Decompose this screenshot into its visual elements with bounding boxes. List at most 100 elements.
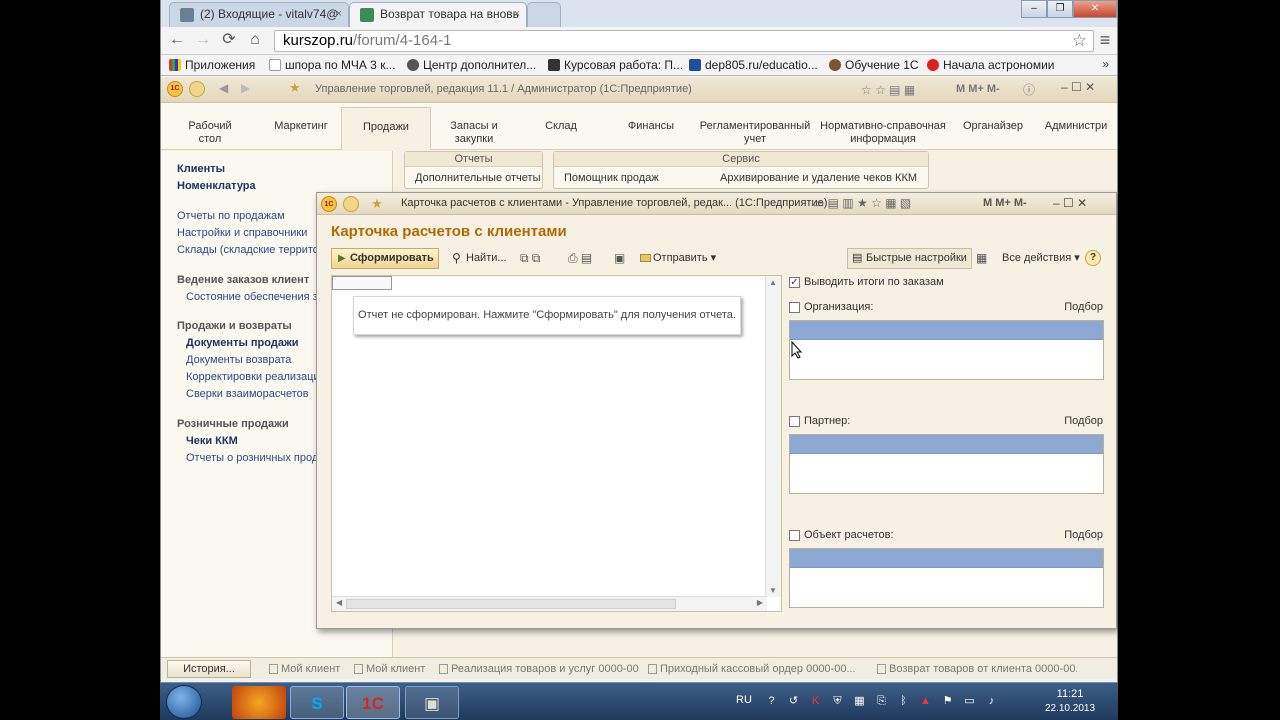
nav-return-documents[interactable]: Документы возврата	[186, 354, 291, 366]
bluetooth-icon[interactable]: ᛒ	[896, 694, 911, 709]
bookmark-item[interactable]: Курсовая работа: П...	[548, 58, 683, 72]
clock-time[interactable]: 11:21	[1040, 688, 1100, 700]
tray-monitor-icon[interactable]: ▭	[962, 694, 977, 709]
history-back-icon[interactable]: ◀	[219, 81, 228, 95]
bookmark-item[interactable]: Центр дополнител...	[407, 58, 536, 72]
scroll-thumb[interactable]	[346, 599, 676, 609]
nav-settings[interactable]: Настройки и справочники	[177, 227, 307, 239]
nav-sales-reports[interactable]: Отчеты по продажам	[177, 210, 285, 222]
report-window-controls[interactable]: – ☐ ✕	[1053, 196, 1087, 210]
memory-buttons[interactable]: M M+ M-	[983, 197, 1027, 209]
bookmarks-overflow[interactable]: »	[1102, 57, 1109, 71]
scroll-left-icon[interactable]: ◀	[336, 598, 342, 607]
open-window-item[interactable]: Возврат товаров от клиента 0000-00...	[877, 660, 1077, 678]
toolbar-icons[interactable]: ☆ ☆ ▤ ▦	[861, 83, 915, 97]
back-icon[interactable]: ←	[167, 30, 187, 50]
tray-help-icon[interactable]: ?	[764, 694, 779, 709]
partner-list[interactable]	[789, 434, 1104, 494]
tray-arrow-icon[interactable]: ↺	[786, 694, 801, 709]
window-tool-icons[interactable]: ▭ ▤ ▥ ★ ☆ ▦ ▧	[813, 196, 911, 210]
copy-icons[interactable]: ⧉ ⧉	[515, 248, 545, 269]
print-icons[interactable]: ⎙ ▤	[563, 248, 597, 269]
save-icon[interactable]: ▣	[609, 248, 630, 269]
address-bar[interactable]: kurszop.ru/forum/4-164-1 ☆	[274, 30, 1094, 52]
section-regulated[interactable]: Регламентированный учет	[699, 120, 811, 146]
find-button[interactable]: ⚲ Найти...	[449, 248, 512, 269]
link-sales-assistant[interactable]: Помощник продаж	[564, 172, 659, 184]
bookmark-apps[interactable]: Приложения	[169, 58, 255, 72]
send-button[interactable]: Отправить ▾	[636, 248, 721, 269]
settlement-object-list[interactable]	[789, 548, 1104, 608]
firefox-icon[interactable]	[232, 686, 286, 719]
bookmark-item[interactable]: Начала астрономии	[927, 58, 1055, 72]
volume-icon[interactable]: ♪	[984, 694, 999, 709]
tray-flag-icon[interactable]: ⚑	[940, 694, 955, 709]
partner-pick-link[interactable]: Подбор	[1064, 415, 1103, 427]
organization-pick-link[interactable]: Подбор	[1064, 301, 1103, 313]
help-button[interactable]: ?	[1085, 250, 1101, 266]
language-indicator[interactable]: RU	[736, 694, 752, 706]
section-finance[interactable]: Финансы	[616, 120, 686, 133]
section-sales[interactable]: Продажи	[341, 107, 431, 150]
clock-date[interactable]: 22.10.2013	[1034, 703, 1106, 714]
nav-clients[interactable]: Клиенты	[177, 163, 225, 175]
nav-adjustments[interactable]: Корректировки реализации	[186, 371, 326, 383]
network-monitor-icon[interactable]: ▣	[405, 686, 459, 719]
app-window-controls[interactable]: – ☐ ✕	[1061, 80, 1095, 94]
settlement-object-pick-link[interactable]: Подбор	[1064, 529, 1103, 541]
maximize-button[interactable]: ❐	[1047, 0, 1073, 18]
section-organizer[interactable]: Органайзер	[957, 120, 1029, 133]
forward-icon[interactable]: →	[193, 30, 213, 50]
organization-list[interactable]	[789, 320, 1104, 380]
partner-checkbox[interactable]	[789, 416, 800, 427]
bookmark-item[interactable]: Обучение 1С	[829, 58, 919, 72]
tab-close-icon[interactable]: ×	[336, 3, 342, 26]
bookmark-item[interactable]: dep805.ru/educatio...	[689, 58, 818, 72]
organization-checkbox[interactable]	[789, 302, 800, 313]
tray-network-icon[interactable]: ⎘	[874, 694, 889, 709]
section-reference[interactable]: Нормативно-справочная информация	[819, 120, 947, 146]
link-archive-receipts[interactable]: Архивирование и удаление чеков ККМ	[720, 172, 917, 184]
tray-grid-icon[interactable]: ▦	[852, 694, 867, 709]
nav-reconciliations[interactable]: Сверки взаиморасчетов	[186, 388, 309, 400]
home-icon[interactable]: ⌂	[245, 30, 265, 50]
nav-order-status[interactable]: Состояние обеспечения за	[186, 291, 324, 303]
section-stock[interactable]: Запасы и закупки	[439, 120, 509, 146]
open-window-item[interactable]: Приходный кассовый ордер 0000-00...	[648, 660, 858, 678]
memory-buttons[interactable]: M M+ M-	[956, 83, 1000, 95]
1c-taskbar-icon[interactable]: 1С	[346, 686, 400, 719]
skype-icon[interactable]: S	[290, 686, 344, 719]
minimize-button[interactable]: –	[1021, 0, 1047, 18]
favorites-star-icon[interactable]: ★	[289, 80, 301, 96]
info-icon[interactable]: ⓘ	[1023, 81, 1035, 98]
tab-forum[interactable]: Возврат товара на вновь ×	[349, 2, 527, 27]
section-warehouse[interactable]: Склад	[531, 120, 591, 133]
new-tab-button[interactable]	[527, 2, 561, 27]
reload-icon[interactable]: ⟳	[219, 30, 239, 50]
ati-icon[interactable]: ▲	[918, 694, 933, 709]
tab-inbox[interactable]: (2) Входящие - vitalv74@ ×	[169, 2, 349, 27]
favorites-star-icon[interactable]: ★	[369, 196, 385, 212]
menu-dropdown-icon[interactable]	[343, 196, 359, 212]
vertical-scrollbar[interactable]: ▲ ▼	[765, 276, 781, 597]
menu-icon[interactable]: ≡	[1095, 30, 1115, 50]
link-extra-reports[interactable]: Дополнительные отчеты	[415, 172, 540, 184]
nav-retail-reports[interactable]: Отчеты о розничных прода	[186, 452, 324, 464]
nav-cash-receipts[interactable]: Чеки ККМ	[186, 435, 238, 447]
horizontal-scrollbar[interactable]: ◀ ▶	[332, 596, 767, 611]
bookmark-star-icon[interactable]: ☆	[1072, 31, 1087, 51]
open-window-item[interactable]: Мой клиент	[269, 660, 351, 678]
tab-close-icon[interactable]: ×	[514, 3, 520, 26]
history-button[interactable]: История...	[167, 660, 251, 678]
nav-warehouses[interactable]: Склады (складские территор	[177, 244, 325, 256]
open-window-item[interactable]: Мой клиент	[354, 660, 434, 678]
all-actions-button[interactable]: Все действия ▾	[997, 248, 1085, 269]
start-button[interactable]	[166, 685, 202, 719]
menu-dropdown-icon[interactable]	[189, 81, 205, 97]
nav-nomenclature[interactable]: Номенклатура	[177, 180, 256, 192]
nav-sales-documents[interactable]: Документы продажи	[186, 337, 299, 349]
history-forward-icon[interactable]: ▶	[241, 81, 250, 95]
totals-by-orders-checkbox[interactable]: ✓	[789, 277, 800, 288]
section-admin[interactable]: Администри	[1041, 120, 1111, 133]
tray-k-icon[interactable]: K	[808, 694, 823, 709]
